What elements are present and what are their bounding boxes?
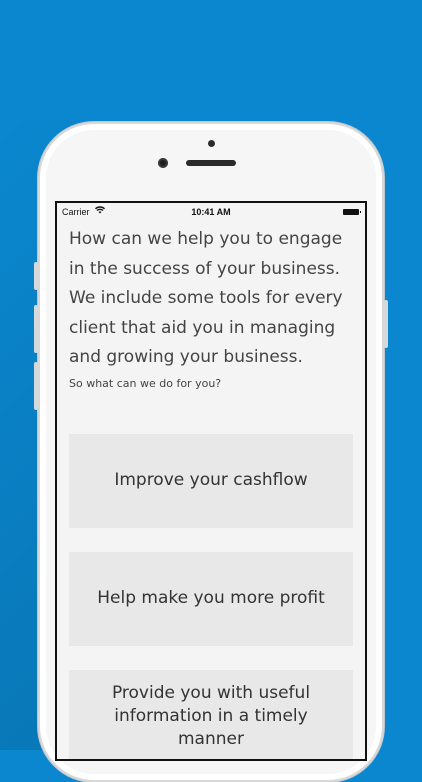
front-camera bbox=[158, 158, 168, 168]
subtext: So what can we do for you? bbox=[69, 376, 222, 390]
option-label: Improve your cashflow bbox=[114, 470, 308, 490]
phone-volume-up bbox=[34, 305, 38, 353]
option-useful-information[interactable]: Provide you with useful information in a… bbox=[69, 669, 353, 759]
option-label: Help make you more profit bbox=[97, 588, 325, 608]
option-improve-cashflow[interactable]: Improve your cashflow bbox=[69, 433, 353, 528]
battery-icon bbox=[343, 209, 361, 215]
status-bar: Carrier 10:41 AM bbox=[57, 203, 365, 221]
option-more-profit[interactable]: Help make you more profit bbox=[69, 551, 353, 646]
option-label: Provide you with useful information in a… bbox=[111, 683, 311, 749]
status-time: 10:41 AM bbox=[191, 207, 231, 217]
phone-volume-down bbox=[34, 362, 38, 410]
intro-text: How can we help you to engage in the suc… bbox=[69, 229, 343, 367]
options-list: Improve your cashflow Help make you more… bbox=[57, 433, 365, 759]
phone-power-button bbox=[384, 300, 388, 348]
earpiece-speaker bbox=[186, 160, 236, 166]
phone-mute-switch bbox=[34, 262, 38, 290]
phone-screen: Carrier 10:41 AM How can we help you to … bbox=[55, 201, 367, 761]
proximity-sensor bbox=[208, 140, 215, 147]
